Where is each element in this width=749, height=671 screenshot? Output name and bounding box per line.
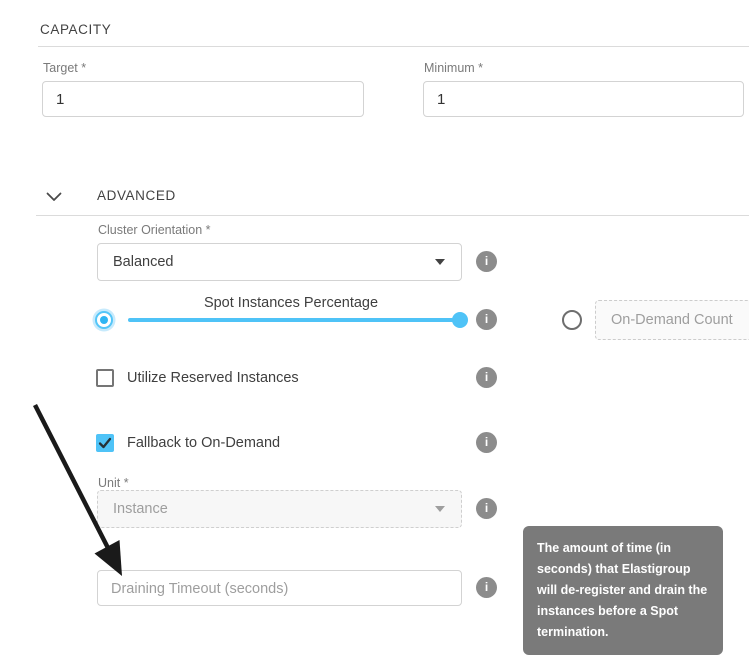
unit-value: Instance <box>113 501 168 517</box>
unit-info-icon[interactable]: i <box>476 498 497 519</box>
utilize-reserved-checkbox[interactable] <box>96 369 114 387</box>
spot-percentage-radio[interactable] <box>95 311 113 329</box>
capacity-section-title: CAPACITY <box>40 22 111 37</box>
radio-dot <box>100 316 108 324</box>
caret-down-icon <box>435 259 445 265</box>
target-input[interactable] <box>42 81 364 117</box>
advanced-section-title: ADVANCED <box>97 188 176 203</box>
checkmark-icon <box>97 435 113 451</box>
capacity-divider <box>38 46 749 47</box>
fallback-on-demand-label: Fallback to On-Demand <box>127 435 280 451</box>
advanced-divider <box>36 215 749 216</box>
tooltip-text-line: seconds) that Elastigroup <box>537 559 709 580</box>
on-demand-count-radio[interactable] <box>562 310 582 330</box>
draining-timeout-info-icon[interactable]: i <box>476 577 497 598</box>
fallback-on-demand-checkbox[interactable] <box>96 434 114 452</box>
minimum-input[interactable] <box>423 81 744 117</box>
caret-down-icon <box>435 506 445 512</box>
tooltip-text-line: The amount of time (in <box>537 538 709 559</box>
cluster-orientation-info-icon[interactable]: i <box>476 251 497 272</box>
unit-select: Instance <box>97 490 462 528</box>
chevron-down-icon <box>46 192 62 202</box>
target-label: Target * <box>43 61 86 75</box>
spot-percentage-info-icon[interactable]: i <box>476 309 497 330</box>
on-demand-count-input <box>595 300 749 340</box>
cluster-orientation-value: Balanced <box>113 254 173 270</box>
utilize-reserved-label: Utilize Reserved Instances <box>127 370 299 386</box>
advanced-collapse-toggle[interactable] <box>46 189 62 199</box>
tooltip-text-line: termination. <box>537 622 709 643</box>
unit-label: Unit * <box>98 476 129 490</box>
draining-timeout-input[interactable] <box>97 570 462 606</box>
cluster-orientation-select[interactable]: Balanced <box>97 243 462 281</box>
spot-percentage-slider[interactable] <box>128 318 454 322</box>
cluster-orientation-label: Cluster Orientation * <box>98 223 211 237</box>
spot-percentage-slider-thumb[interactable] <box>452 312 468 328</box>
minimum-label: Minimum * <box>424 61 483 75</box>
tooltip-text-line: will de-register and drain the <box>537 580 709 601</box>
draining-timeout-tooltip: The amount of time (in seconds) that Ela… <box>523 526 723 655</box>
fallback-on-demand-info-icon[interactable]: i <box>476 432 497 453</box>
spot-percentage-label: Spot Instances Percentage <box>128 295 454 311</box>
utilize-reserved-info-icon[interactable]: i <box>476 367 497 388</box>
tooltip-text-line: instances before a Spot <box>537 601 709 622</box>
capacity-settings-panel: CAPACITY Target * Minimum * ADVANCED Clu… <box>0 0 749 671</box>
